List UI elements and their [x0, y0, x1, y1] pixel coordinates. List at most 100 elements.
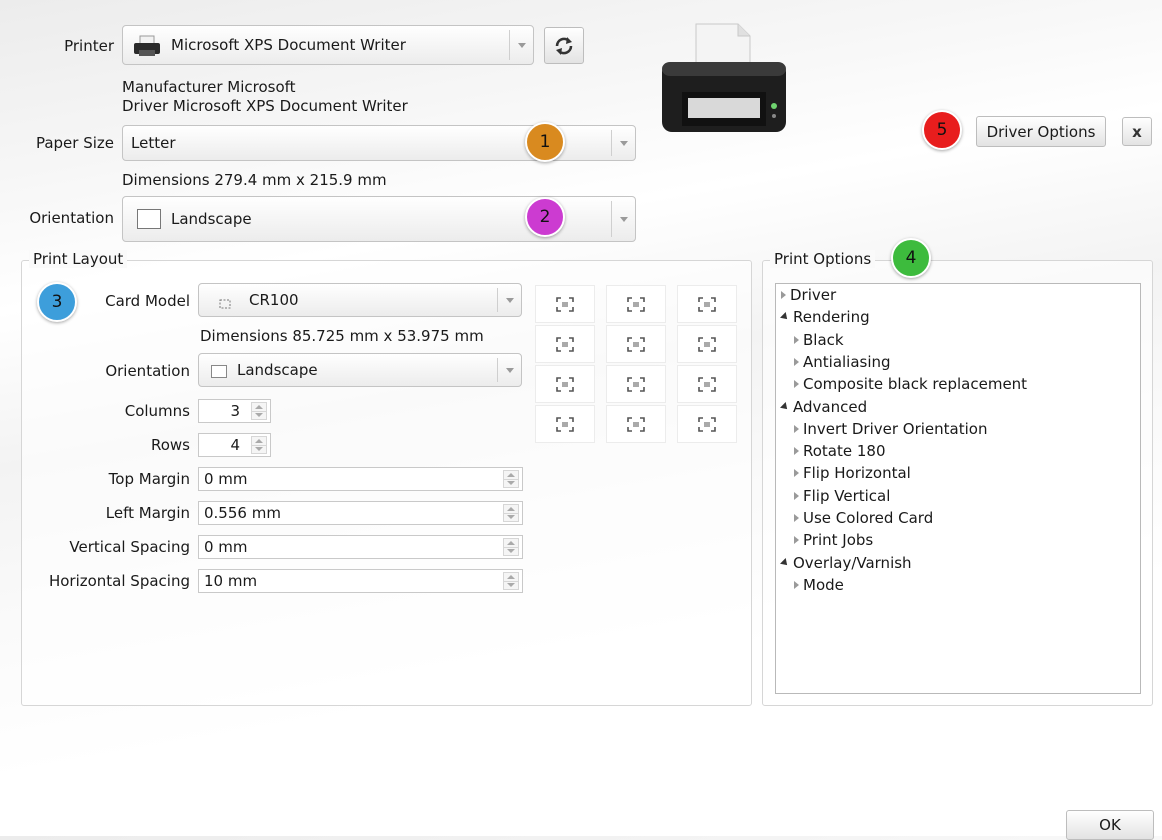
tree-item-label: Invert Driver Orientation: [803, 419, 988, 438]
spin-down-icon[interactable]: [504, 546, 518, 556]
collapsed-arrow-icon[interactable]: [794, 536, 799, 545]
tree-item[interactable]: Flip Horizontal: [794, 464, 911, 482]
expanded-arrow-icon[interactable]: [780, 312, 790, 323]
horizontal-spacing-value: 10 mm: [204, 572, 258, 590]
horizontal-spacing-input[interactable]: 10 mm: [198, 569, 523, 593]
card-icon: [698, 376, 716, 392]
collapsed-arrow-icon[interactable]: [794, 335, 799, 344]
spin-down-icon[interactable]: [252, 444, 266, 454]
tree-item[interactable]: Driver: [781, 286, 836, 304]
card-model-label: Card Model: [105, 292, 190, 310]
tree-item[interactable]: Antialiasing: [794, 353, 891, 371]
chevron-down-icon: [505, 297, 514, 303]
card-icon: [627, 376, 645, 392]
card-icon: [698, 416, 716, 432]
expanded-arrow-icon[interactable]: [780, 557, 790, 568]
collapsed-arrow-icon[interactable]: [794, 514, 799, 522]
driver-options-button[interactable]: Driver Options: [976, 116, 1106, 147]
collapsed-arrow-icon[interactable]: [794, 380, 799, 389]
card-model-select[interactable]: CR100: [198, 283, 522, 317]
tree-item-label: Print Jobs: [803, 531, 874, 550]
card-slot: [535, 405, 595, 443]
card-icon: [556, 336, 574, 352]
spin-down-icon[interactable]: [504, 512, 518, 522]
tree-item-label: Overlay/Varnish: [793, 553, 912, 572]
tree-item[interactable]: Invert Driver Orientation: [794, 420, 987, 438]
tree-item-label: Flip Horizontal: [803, 464, 911, 483]
chevron-down-icon: [517, 42, 526, 48]
paper-size-label: Paper Size: [35, 134, 114, 152]
close-button[interactable]: x: [1122, 117, 1152, 146]
chevron-down-icon: [619, 216, 628, 222]
tree-item[interactable]: Print Jobs: [794, 531, 873, 549]
left-margin-value: 0.556 mm: [204, 504, 281, 522]
spin-up-icon[interactable]: [252, 403, 266, 411]
callout-badge-1: 1: [525, 122, 565, 162]
expanded-arrow-icon[interactable]: [780, 401, 790, 412]
spin-up-icon[interactable]: [504, 471, 518, 479]
print-options-tree[interactable]: Driver Rendering Black Antialiasing Composit…: [775, 283, 1141, 694]
vertical-spacing-input[interactable]: 0 mm: [198, 535, 523, 559]
card-icon: [219, 295, 231, 313]
card-slot: [606, 365, 666, 403]
paper-size-value: Letter: [131, 134, 176, 152]
tree-item[interactable]: Advanced: [780, 398, 867, 416]
spin-up-icon[interactable]: [504, 539, 518, 547]
printer-illustration-icon: [652, 22, 788, 144]
card-slot: [677, 405, 737, 443]
callout-badge-2: 2: [525, 197, 565, 237]
tree-item[interactable]: Composite black replacement: [794, 375, 1027, 393]
refresh-icon: [555, 36, 573, 55]
tree-item[interactable]: Black: [794, 331, 844, 349]
card-icon: [556, 296, 574, 312]
collapsed-arrow-icon[interactable]: [794, 447, 799, 456]
printer-label: Printer: [64, 37, 114, 55]
card-icon: [556, 416, 574, 432]
spin-up-icon[interactable]: [504, 505, 518, 513]
layout-orientation-select[interactable]: Landscape: [198, 353, 522, 387]
card-slot: [606, 285, 666, 323]
left-margin-label: Left Margin: [105, 504, 190, 522]
refresh-button[interactable]: [544, 27, 584, 64]
rows-spinner[interactable]: 4: [198, 433, 271, 457]
manufacturer-text: Manufacturer Microsoft: [122, 78, 296, 96]
tree-item[interactable]: Overlay/Varnish: [780, 553, 912, 572]
left-margin-input[interactable]: 0.556 mm: [198, 501, 523, 525]
printer-select[interactable]: Microsoft XPS Document Writer: [122, 25, 534, 65]
tree-item[interactable]: Rendering: [780, 308, 870, 326]
collapsed-arrow-icon[interactable]: [794, 424, 799, 433]
collapsed-arrow-icon[interactable]: [794, 580, 799, 589]
tree-item[interactable]: Flip Vertical: [794, 487, 890, 505]
spin-up-icon[interactable]: [252, 437, 266, 445]
spin-up-icon[interactable]: [504, 573, 518, 581]
tree-item-label: Driver: [790, 286, 837, 304]
card-slot: [535, 365, 595, 403]
collapsed-arrow-icon[interactable]: [781, 291, 786, 299]
top-margin-input[interactable]: 0 mm: [198, 467, 523, 491]
printer-value: Microsoft XPS Document Writer: [171, 36, 406, 54]
card-slot: [606, 325, 666, 363]
driver-text: Driver Microsoft XPS Document Writer: [122, 97, 408, 115]
tree-item[interactable]: Mode: [794, 576, 844, 594]
tree-item-label: Composite black replacement: [803, 375, 1028, 394]
spin-down-icon[interactable]: [504, 580, 518, 590]
card-dimensions-text: Dimensions 85.725 mm x 53.975 mm: [200, 327, 484, 345]
collapsed-arrow-icon[interactable]: [794, 469, 799, 478]
card-icon: [698, 296, 716, 312]
collapsed-arrow-icon[interactable]: [794, 491, 799, 500]
vertical-spacing-value: 0 mm: [204, 538, 248, 556]
card-slot: [606, 405, 666, 443]
tree-item-label: Antialiasing: [803, 352, 891, 371]
columns-spinner[interactable]: 3: [198, 399, 271, 423]
card-model-value: CR100: [249, 291, 299, 309]
driver-options-label: Driver Options: [986, 122, 1096, 141]
spin-down-icon[interactable]: [252, 410, 266, 420]
collapsed-arrow-icon[interactable]: [794, 357, 799, 366]
card-slot: [677, 325, 737, 363]
tree-item[interactable]: Use Colored Card: [794, 509, 933, 527]
tree-item[interactable]: Rotate 180: [794, 442, 886, 460]
chevron-down-icon: [505, 367, 514, 373]
spin-down-icon[interactable]: [504, 478, 518, 488]
orientation-value: Landscape: [171, 210, 252, 228]
card-slot: [535, 325, 595, 363]
